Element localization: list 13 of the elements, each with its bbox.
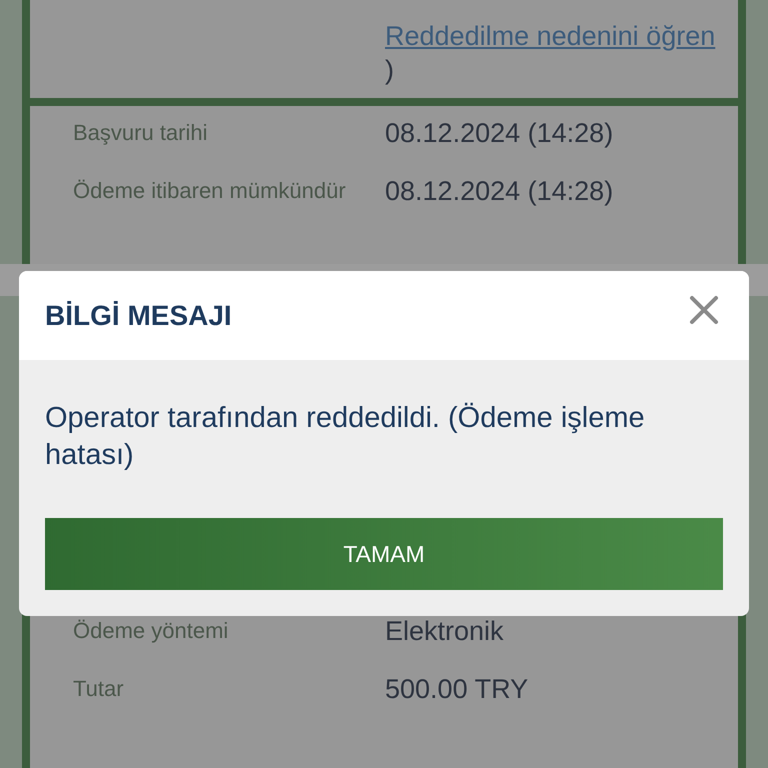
field-value: 08.12.2024 (14:28) bbox=[385, 176, 614, 206]
field-value: 08.12.2024 (14:28) bbox=[385, 118, 614, 148]
field-value: 500.00 TRY bbox=[385, 674, 528, 704]
dialog-title: BİLGİ MESAJI bbox=[45, 300, 232, 332]
dialog-message: Operator tarafından reddedildi. (Ödeme işleme hatası) bbox=[45, 401, 646, 473]
close-icon[interactable] bbox=[689, 294, 719, 324]
ok-button[interactable]: TAMAM bbox=[45, 518, 723, 590]
field-value: ) bbox=[385, 55, 394, 85]
field-label: Tutar bbox=[73, 675, 125, 703]
field-label: Başvuru tarihi bbox=[73, 119, 209, 147]
field-label: Ödeme itibaren mümkündür bbox=[73, 177, 347, 205]
field-value: Elektronik bbox=[385, 616, 504, 646]
field-label: Ödeme yöntemi bbox=[73, 617, 230, 645]
